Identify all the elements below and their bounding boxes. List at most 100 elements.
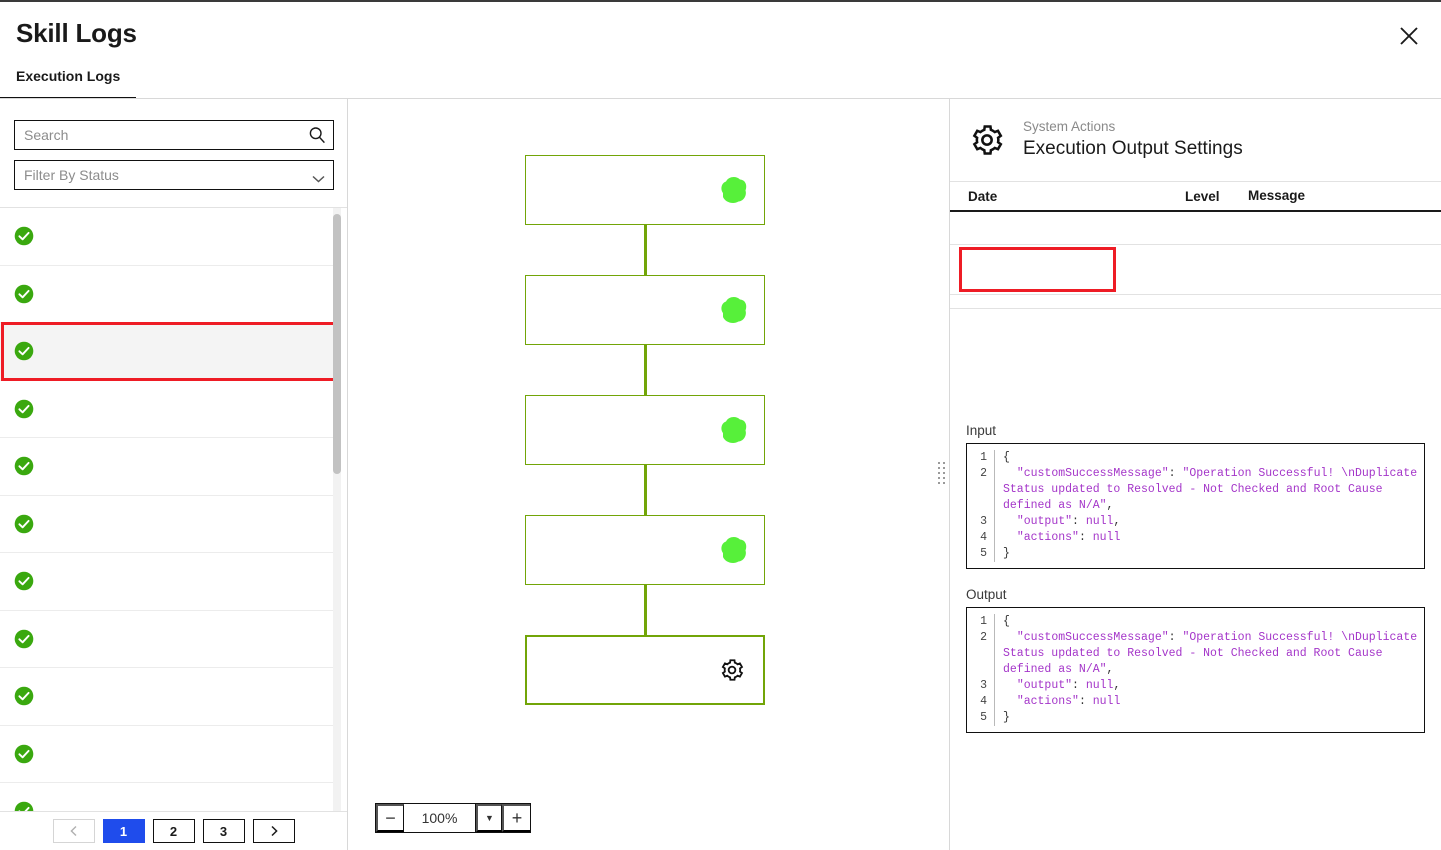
flow-connector xyxy=(644,465,647,515)
output-line-numbers: 1 2 3 4 5 xyxy=(967,614,995,726)
tab-bar: Execution Logs xyxy=(0,68,1441,100)
log-list-item[interactable] xyxy=(0,380,340,438)
zoom-level-value: 100% xyxy=(404,804,476,832)
line-number: 2 xyxy=(980,467,987,480)
zoom-out-button[interactable]: − xyxy=(376,804,404,832)
zoom-in-button[interactable]: + xyxy=(502,804,530,832)
log-table-row[interactable] xyxy=(950,212,1441,245)
pagination-prev-button[interactable] xyxy=(52,819,95,843)
status-success-icon xyxy=(14,341,34,361)
list-scrollbar-thumb[interactable] xyxy=(333,214,341,474)
output-code-box[interactable]: 1 2 3 4 5 { "customSuccessMessage": "Operati… xyxy=(966,607,1425,733)
details-panel-title: Execution Output Settings xyxy=(1023,138,1243,160)
column-header-level: Level xyxy=(1185,188,1220,204)
status-success-icon xyxy=(14,399,34,419)
output-section: Output 1 2 3 4 5 { "customSuccessMessage": "… xyxy=(966,587,1425,733)
gear-icon xyxy=(969,122,1005,158)
output-code[interactable]: { "customSuccessMessage": "Operation Suc… xyxy=(995,614,1424,726)
log-list-item[interactable] xyxy=(0,322,340,381)
cloud-badge-icon xyxy=(716,537,750,571)
filter-by-status-select[interactable]: Filter By Status xyxy=(14,160,334,190)
log-list-item[interactable] xyxy=(0,553,340,611)
skill-logs-dialog: Skill Logs Execution Logs Search Filter … xyxy=(0,0,1441,850)
cloud-badge-icon xyxy=(716,297,750,331)
panel-resize-handle[interactable] xyxy=(933,99,949,850)
grip-dots-icon xyxy=(937,461,945,488)
input-section: Input 1 2 3 4 5 { "customSuccessMessage": "O… xyxy=(966,423,1425,569)
input-line-numbers: 1 2 3 4 5 xyxy=(967,450,995,562)
status-success-icon xyxy=(14,514,34,534)
line-number: 2 xyxy=(980,631,987,644)
flow-node[interactable] xyxy=(525,395,765,465)
search-field-wrapper xyxy=(14,120,334,150)
flow-node-badge-letter xyxy=(716,413,750,447)
line-number: 1 xyxy=(980,615,987,628)
execution-log-list-inner xyxy=(0,208,340,811)
flow-node-badge xyxy=(715,653,749,687)
flow-node-badge-letter xyxy=(716,173,750,207)
status-success-icon xyxy=(14,456,34,476)
pagination-next-button[interactable] xyxy=(252,819,295,843)
log-list-item[interactable] xyxy=(0,725,340,783)
line-number: 4 xyxy=(980,531,987,544)
status-success-icon xyxy=(14,284,34,304)
details-panel: System Actions Execution Output Settings… xyxy=(949,99,1441,850)
details-panel-title-block: System Actions Execution Output Settings xyxy=(1023,118,1243,162)
log-table-row[interactable] xyxy=(950,245,1441,295)
log-list-item[interactable] xyxy=(0,668,340,726)
input-code[interactable]: { "customSuccessMessage": "Operation Suc… xyxy=(995,450,1424,562)
flow-node-badge-letter xyxy=(716,293,750,327)
line-number: 3 xyxy=(980,515,987,528)
flow-connector xyxy=(644,585,647,635)
tab-execution-logs[interactable]: Execution Logs xyxy=(0,68,136,99)
flow-node-badge xyxy=(716,293,750,327)
pagination-page-3[interactable]: 3 xyxy=(202,819,245,843)
log-table-header: Date Level Message xyxy=(950,182,1441,212)
log-list-item[interactable] xyxy=(0,610,340,668)
flow-diagram xyxy=(349,99,943,850)
status-success-icon xyxy=(14,629,34,649)
tab-label: Execution Logs xyxy=(16,68,121,84)
log-list-item[interactable] xyxy=(0,438,340,496)
column-header-message: Message xyxy=(1248,188,1306,204)
highlight-box xyxy=(959,247,1116,292)
pagination: 1 2 3 xyxy=(0,811,347,850)
flow-connector xyxy=(644,225,647,275)
log-table-body xyxy=(950,212,1441,295)
flow-node-badge xyxy=(716,533,750,567)
close-button[interactable] xyxy=(1391,18,1427,54)
line-number: 5 xyxy=(980,711,987,724)
column-header-date: Date xyxy=(968,188,998,204)
flow-canvas[interactable]: − 100% ▼ + xyxy=(349,99,943,850)
zoom-control: − 100% ▼ + xyxy=(375,803,531,833)
log-table-empty-row xyxy=(950,295,1441,309)
flow-node[interactable] xyxy=(525,275,765,345)
input-code-box[interactable]: 1 2 3 4 5 { "customSuccessMessage": "Operati… xyxy=(966,443,1425,569)
dialog-header: Skill Logs Execution Logs xyxy=(0,2,1441,100)
line-number: 4 xyxy=(980,695,987,708)
execution-log-list[interactable] xyxy=(0,207,347,811)
cloud-badge-icon xyxy=(716,417,750,451)
line-number: 3 xyxy=(980,679,987,692)
log-list-item[interactable] xyxy=(0,783,340,811)
output-label: Output xyxy=(966,587,1007,602)
chevron-right-icon xyxy=(269,825,279,837)
flow-node[interactable] xyxy=(525,515,765,585)
search-input[interactable] xyxy=(14,120,334,150)
details-panel-subtitle: System Actions xyxy=(1023,118,1116,134)
zoom-dropdown-button[interactable]: ▼ xyxy=(476,804,502,832)
chevron-left-icon xyxy=(69,825,79,837)
list-scrollbar[interactable] xyxy=(333,208,341,811)
flow-node-badge xyxy=(716,173,750,207)
pagination-page-2[interactable]: 2 xyxy=(152,819,195,843)
flow-node-badge xyxy=(716,413,750,447)
log-list-item[interactable] xyxy=(0,208,340,266)
log-list-item[interactable] xyxy=(0,495,340,553)
pagination-page-1[interactable]: 1 xyxy=(102,819,145,843)
log-list-item[interactable] xyxy=(0,265,340,323)
cloud-badge-icon xyxy=(716,177,750,211)
flow-node[interactable] xyxy=(525,635,765,705)
line-number: 1 xyxy=(980,451,987,464)
status-success-icon xyxy=(14,744,34,764)
flow-node[interactable] xyxy=(525,155,765,225)
